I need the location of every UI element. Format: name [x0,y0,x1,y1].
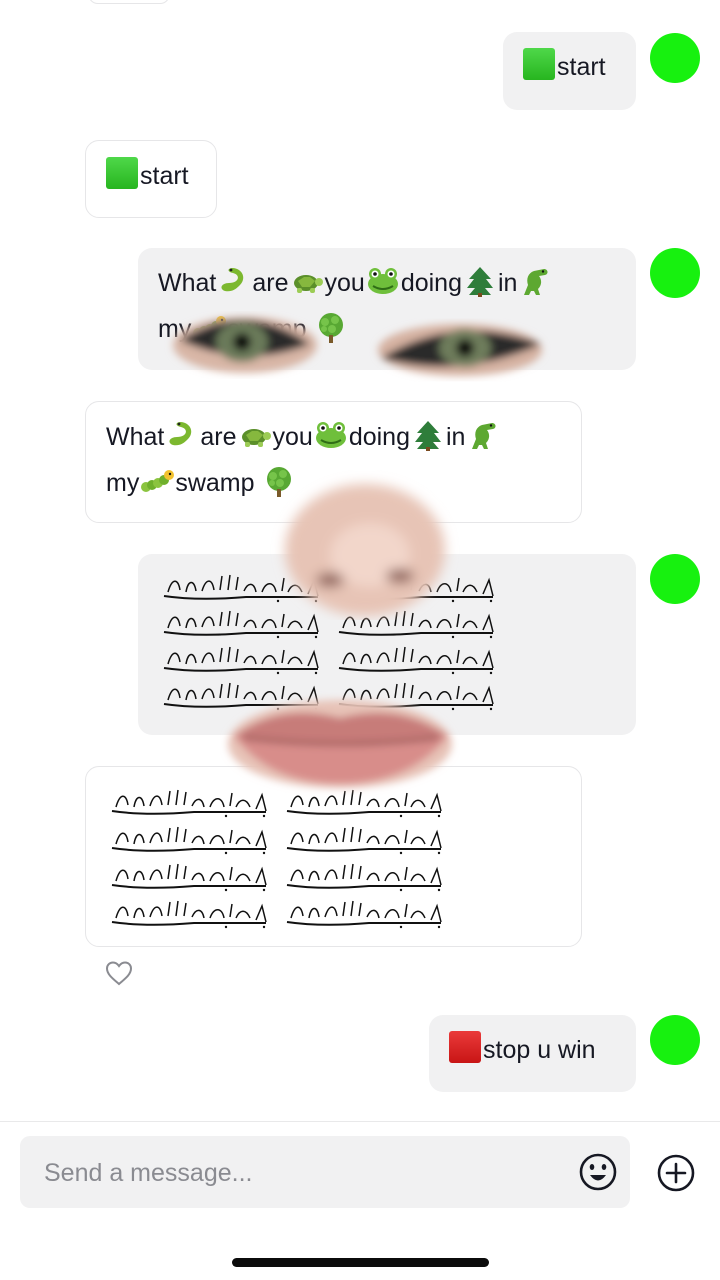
evergreen-tree-icon [466,267,493,297]
t-rex-icon [524,269,548,295]
composer-divider [0,1121,720,1122]
avatar[interactable] [650,1015,700,1065]
word: in [497,269,518,297]
frog-icon [366,267,399,295]
home-indicator [232,1258,489,1267]
word: doing [348,423,410,451]
word: What [158,269,217,297]
emoji-icon[interactable] [578,1152,618,1192]
arabic-calligraphy-image [111,789,442,930]
green-square-icon [106,157,138,189]
message-text: stop u win [483,1036,596,1064]
message-input[interactable] [42,1136,566,1210]
word: What [106,423,165,451]
word: my [158,315,192,343]
word: my [106,469,140,497]
message-bubble-outgoing-swamp[interactable]: What are you doing in my swamp [138,248,636,370]
word: swamp [227,315,307,343]
red-square-icon [449,1031,481,1063]
word: are [200,423,237,451]
message-bubble-outgoing-start[interactable]: start [503,32,636,110]
snake-icon [221,268,244,292]
message-bubble-outgoing-stop[interactable]: stop u win [429,1015,636,1092]
green-bush-icon [319,313,344,343]
message-text: start [140,162,189,190]
word: in [445,423,466,451]
message-bubble-outgoing-calligraphy[interactable] [138,554,636,735]
message-bubble-incoming-start[interactable]: start [85,140,217,218]
message-bubble-incoming-calligraphy[interactable] [85,766,582,947]
arabic-calligraphy-image [163,574,494,712]
previous-message-edge [88,0,170,4]
caterpillar-icon [193,316,227,338]
message-composer [20,1136,630,1210]
caterpillar-icon [141,470,175,492]
heart-icon[interactable] [104,958,134,988]
snake-icon [169,422,192,446]
message-bubble-incoming-swamp[interactable]: What are you doing in my swamp [85,401,582,523]
avatar[interactable] [650,554,700,604]
evergreen-tree-icon [414,421,441,451]
turtle-icon [241,429,271,447]
green-square-icon [523,48,555,80]
t-rex-icon [472,423,496,449]
message-text: start [557,53,606,81]
frog-icon [314,421,347,449]
word: doing [400,269,462,297]
word: are [252,269,289,297]
avatar[interactable] [650,248,700,298]
plus-icon[interactable] [655,1152,697,1194]
word: swamp [175,469,255,497]
green-bush-icon [267,467,292,497]
word: you [272,423,313,451]
word: you [324,269,365,297]
avatar[interactable] [650,33,700,83]
turtle-icon [293,275,323,293]
